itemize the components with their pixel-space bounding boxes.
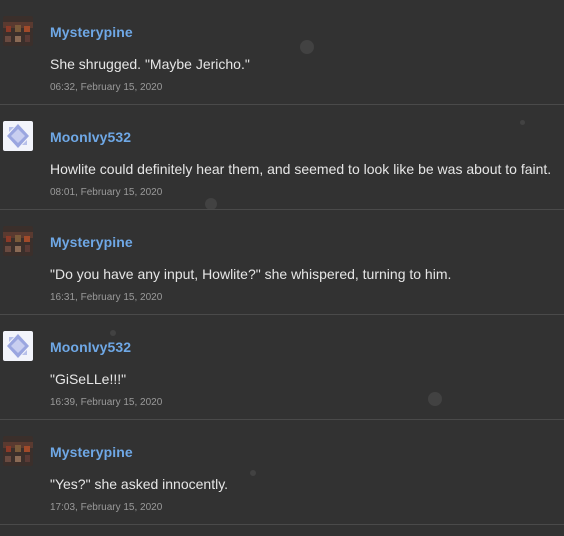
username-link[interactable]: Mysterypine xyxy=(50,444,133,460)
message-text: "Yes?" she asked innocently. xyxy=(50,476,229,492)
avatar-moonivy532[interactable] xyxy=(3,331,33,361)
message-timestamp: 16:31, February 15, 2020 xyxy=(50,292,163,303)
avatar-mysterypine[interactable] xyxy=(3,226,33,256)
message-item: Mysterypine "Do you have any input, Howl… xyxy=(0,210,564,315)
username-link[interactable]: Mysterypine xyxy=(50,234,133,250)
avatar-mysterypine[interactable] xyxy=(3,436,33,466)
message-text: She shrugged. "Maybe Jericho." xyxy=(50,56,250,72)
message-text: "Do you have any input, Howlite?" she wh… xyxy=(50,266,452,282)
message-item: MoonIvy532 Howlite could definitely hear… xyxy=(0,105,564,210)
username-link[interactable]: MoonIvy532 xyxy=(50,339,131,355)
message-item: MoonIvy532 "GiSeLLe!!!" 16:39, February … xyxy=(0,315,564,420)
message-text: "GiSeLLe!!!" xyxy=(50,371,127,387)
username-link[interactable]: Mysterypine xyxy=(50,24,133,40)
message-text: Howlite could definitely hear them, and … xyxy=(50,161,552,177)
message-timestamp: 17:03, February 15, 2020 xyxy=(50,502,163,513)
avatar-mysterypine[interactable] xyxy=(3,16,33,46)
message-item: Mysterypine "Yes?" she asked innocently.… xyxy=(0,420,564,525)
message-item: Mysterypine She shrugged. "Maybe Jericho… xyxy=(0,0,564,105)
username-link[interactable]: MoonIvy532 xyxy=(50,129,131,145)
message-timestamp: 08:01, February 15, 2020 xyxy=(50,187,163,198)
message-feed: Mysterypine She shrugged. "Maybe Jericho… xyxy=(0,0,564,536)
message-timestamp: 16:39, February 15, 2020 xyxy=(50,397,163,408)
message-timestamp: 06:32, February 15, 2020 xyxy=(50,82,163,93)
avatar-moonivy532[interactable] xyxy=(3,121,33,151)
